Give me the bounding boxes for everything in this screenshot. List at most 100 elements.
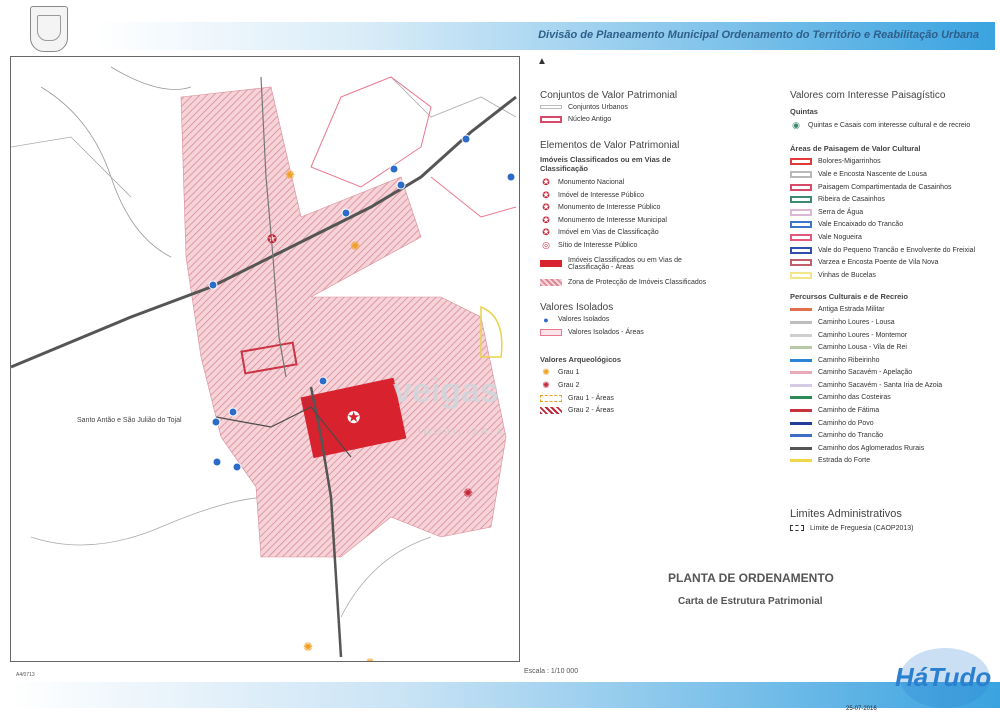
archaeology-grade1-icon: ✺ [285, 168, 295, 182]
legend-label: Caminho Loures - Montemor [818, 331, 908, 339]
parish-label: Santo Antão e São Julião do Tojal [77, 417, 182, 424]
legend-item: Caminho das Costeiras [790, 392, 995, 405]
legend-swatch [790, 446, 812, 450]
archaeology-grade1-icon: ✺ [350, 239, 360, 253]
legend-swatch [790, 196, 812, 204]
legend-item: Caminho de Fátima [790, 404, 995, 417]
municipal-crest [30, 6, 68, 52]
legend-elementos-title: Elementos de Valor Patrimonial [540, 140, 680, 152]
legend-swatch [790, 333, 812, 337]
legend-item: Paisagem Compartimentada de Casainhos [790, 181, 995, 194]
legend-item: Caminho Sacavém - Apelação [790, 367, 995, 380]
legend-label: Vale do Pequeno Trancão e Envolvente do … [818, 246, 976, 254]
legend-item: Valores Isolados [558, 316, 610, 324]
legend-label: Caminho de Fátima [818, 407, 880, 415]
legend-label: Vale Encaixado do Trancão [818, 221, 904, 229]
legend-item: Vale Nogueira [790, 231, 995, 244]
legend-swatch [790, 383, 812, 387]
legend-swatch [790, 183, 812, 191]
legend-limites-title: Limites Administrativos [790, 508, 902, 520]
legend-label: Caminho das Costeiras [818, 394, 891, 402]
legend-conjuntos-title: Conjuntos de Valor Patrimonial [540, 90, 678, 101]
legend-item: Caminho do Povo [790, 417, 995, 430]
monument-icon: ✪ [303, 396, 313, 410]
legend-item: Zona de Protecção de Imóveis Classificad… [568, 278, 707, 286]
legend-right: Valores com Interesse Paisagístico Quint… [790, 84, 995, 467]
legend-item: Caminho Sacavém - Santa Iria de Azoia [790, 379, 995, 392]
legend-swatch [790, 308, 812, 312]
legend-item: Vale e Encosta Nascente de Lousa [790, 168, 995, 181]
legend-swatch [790, 358, 812, 362]
legend-label: Paisagem Compartimentada de Casainhos [818, 183, 952, 191]
legend-item: Antiga Estrada Militar [790, 304, 995, 317]
legend-item: Valores Isolados - Áreas [568, 328, 644, 336]
archaeology-grade2-icon: ✺ [463, 486, 473, 500]
legend-label: Ribeira de Casainhos [818, 196, 885, 204]
legend-swatch [790, 271, 812, 279]
legend-item: Grau 1 - Áreas [568, 394, 614, 402]
legend-item: Caminho Loures - Montemor [790, 329, 995, 342]
legend-label: Caminho do Trancão [818, 432, 883, 440]
legend-swatch [790, 421, 812, 425]
legend-paisagistico-title: Valores com Interesse Paisagístico [790, 90, 946, 101]
legend-label: Estrada do Forte [818, 457, 871, 465]
legend-item: Caminho Loures - Lousa [790, 316, 995, 329]
map-canvas[interactable]: ✪ ✺ ✺ ✺ ✺ ✺ ✪ ✪ [11, 57, 519, 661]
legend-item: Ribeira de Casainhos [790, 193, 995, 206]
legend-item: Monumento de Interesse Municipal [558, 216, 667, 224]
legend-isolados-title: Valores Isolados [540, 302, 614, 314]
legend-swatch [790, 158, 812, 166]
legend-item: Grau 2 [558, 381, 580, 389]
legend-item: Núcleo Antigo [568, 116, 612, 124]
legend-swatch [790, 459, 812, 463]
legend-item: Grau 2 - Áreas [568, 407, 614, 415]
archaeology-grade1-icon: ✺ [365, 656, 375, 661]
legend-label: Serra de Água [818, 208, 864, 216]
legend-item: Bolores-Migarrinhos [790, 156, 995, 169]
legend-item: Imóvel de Interesse Público [558, 191, 644, 199]
legend-percursos-list: Antiga Estrada Militar Caminho Loures - L… [790, 304, 995, 468]
legend-item: Monumento de Interesse Público [558, 204, 661, 212]
plan-title: PLANTA DE ORDENAMENTO [668, 571, 834, 585]
legend-swatch [790, 434, 812, 438]
archaeology-grade1-icon: ✺ [303, 640, 313, 654]
legend-limites: Limite de Freguesia (CAOP2013) [790, 522, 914, 535]
legend-label: Bolores-Migarrinhos [818, 158, 881, 166]
legend-item: Conjuntos Urbanos [568, 103, 628, 111]
map-scale: Escala : 1/10 000 [524, 668, 579, 675]
legend-label: Vale e Encosta Nascente de Lousa [818, 170, 927, 178]
map-frame[interactable]: ✪ ✺ ✺ ✺ ✺ ✺ ✪ ✪ Santo Antão e São Julião… [10, 56, 520, 662]
legend-label: Varzea e Encosta Poente de Vila Nova [818, 259, 939, 267]
header-title: Divisão de Planeamento Municipal Ordenam… [538, 29, 979, 41]
legend-swatch [790, 396, 812, 400]
legend-label: Caminho dos Aglomerados Rurais [818, 444, 925, 452]
legend-item: Estrada do Forte [790, 455, 995, 468]
legend-label: Caminho Loures - Lousa [818, 318, 895, 326]
north-arrow-icon: ▲ [537, 56, 547, 67]
legend-item: Varzea e Encosta Poente de Vila Nova [790, 256, 995, 269]
legend-label: Caminho Lousa - Vila de Rei [818, 344, 907, 352]
legend-percursos-title: Percursos Culturais e de Recreio [790, 291, 908, 301]
legend-areas-title: Áreas de Paisagem de Valor Cultural [790, 143, 921, 153]
legend-label: Caminho Sacavém - Apelação [818, 369, 913, 377]
footer-bar [10, 682, 1000, 708]
legend-item: Quintas e Casais com interesse cultural … [808, 121, 971, 129]
watermark-site: HáTudo [895, 662, 992, 692]
legend-item: Sítio de Interesse Público [558, 241, 638, 249]
legend-swatch [790, 246, 812, 254]
legend-swatch [790, 233, 812, 241]
watermark-brand: veigas [393, 372, 499, 410]
legend-item: Limite de Freguesia (CAOP2013) [810, 524, 914, 532]
legend-left: Conjuntos de Valor Patrimonial Conjuntos… [540, 84, 780, 417]
legend-item: Imóvel em Vias de Classificação [558, 229, 659, 237]
legend-swatch [790, 346, 812, 350]
map-code: A4/0713 [16, 672, 35, 678]
legend-item: Caminho Ribeirinho [790, 354, 995, 367]
legend-label: Vinhas de Bucelas [818, 271, 876, 279]
plan-subtitle: Carta de Estrutura Patrimonial [678, 596, 823, 607]
legend-label: Vale Nogueira [818, 233, 862, 241]
legend-item: Serra de Água [790, 206, 995, 219]
legend-swatch [790, 259, 812, 267]
legend-item: Vale Encaixado do Trancão [790, 219, 995, 232]
legend-quintas-title: Quintas [790, 107, 818, 116]
